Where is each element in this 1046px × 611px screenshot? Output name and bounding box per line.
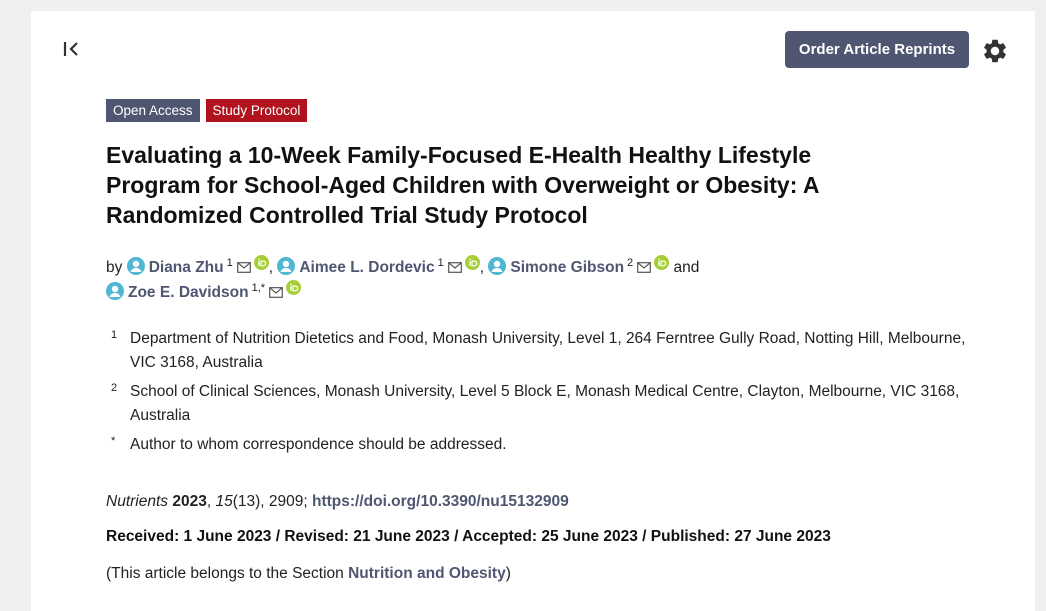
affiliation-sup: 1 [437, 256, 444, 269]
journal-name: Nutrients [106, 493, 169, 510]
person-icon [126, 257, 145, 275]
affiliation-sup: 1,* [251, 281, 266, 294]
affiliation-text: Author to whom correspondence should be … [130, 436, 507, 453]
section-suffix: ) [505, 565, 511, 582]
affiliation-number: 1 [111, 329, 118, 341]
gear-icon [984, 39, 1006, 63]
publication-dates: Received: 1 June 2023 / Revised: 21 June… [106, 528, 831, 545]
affiliation-item: 1 Department of Nutrition Dietetics and … [111, 327, 971, 375]
citation-issue-pages: (13), 2909; [232, 493, 312, 510]
and-label: and [673, 259, 700, 276]
citation-volume: 15 [215, 493, 233, 510]
title-line-3: Randomized Controlled Trial Study Protoc… [106, 202, 588, 228]
author-name[interactable]: Diana Zhu [149, 259, 224, 276]
by-label: by [106, 259, 123, 276]
collapse-sidebar-button[interactable] [61, 37, 85, 61]
person-icon [277, 257, 296, 275]
affiliation-sup: 2 [627, 256, 634, 269]
mail-icon[interactable] [269, 287, 283, 298]
title-line-2: Program for School-Aged Children with Ov… [106, 172, 820, 198]
author-name[interactable]: Simone Gibson [510, 259, 624, 276]
article-card: Order Article Reprints Open Access Study… [31, 11, 1035, 611]
article-section: (This article belongs to the Section Nut… [106, 565, 511, 583]
citation-year: 2023 [172, 493, 207, 510]
doi-link[interactable]: https://doi.org/10.3390/nu15132909 [312, 493, 569, 510]
affiliation-sup: 1 [226, 256, 233, 269]
affiliation-number: * [111, 435, 116, 447]
person-icon [106, 282, 124, 300]
citation: Nutrients 2023, 15(13), 2909; https://do… [106, 493, 569, 510]
author-zoe-davidson: Zoe E. Davidson 1,* [106, 280, 302, 301]
section-link[interactable]: Nutrition and Obesity [348, 565, 506, 582]
order-reprints-button[interactable]: Order Article Reprints [785, 31, 969, 68]
open-access-badge[interactable]: Open Access [106, 99, 200, 122]
orcid-icon[interactable] [654, 255, 670, 270]
affiliation-item: 2 School of Clinical Sciences, Monash Un… [111, 380, 971, 428]
author-aimee-dordevic: Aimee L. Dordevic 1, [277, 255, 488, 276]
affiliation-number: 2 [111, 382, 118, 394]
orcid-icon[interactable] [464, 255, 480, 270]
author-name[interactable]: Aimee L. Dordevic [299, 259, 434, 276]
settings-button[interactable] [981, 37, 1009, 65]
mail-icon[interactable] [447, 262, 462, 273]
article-badges: Open Access Study Protocol [106, 99, 308, 122]
collapse-left-icon [63, 42, 78, 56]
affiliation-text: Department of Nutrition Dietetics and Fo… [130, 330, 966, 371]
section-prefix: (This article belongs to the Section [106, 565, 349, 582]
author-simone-gibson: Simone Gibson 2 [488, 255, 673, 276]
affiliation-list: 1 Department of Nutrition Dietetics and … [111, 327, 971, 462]
study-protocol-badge[interactable]: Study Protocol [205, 99, 308, 122]
orcid-icon[interactable] [253, 255, 269, 270]
person-icon [488, 257, 507, 275]
title-line-1: Evaluating a 10-Week Family-Focused E-He… [106, 142, 812, 168]
affiliation-item: * Author to whom correspondence should b… [111, 433, 971, 457]
author-diana-zhu: Diana Zhu 1, [126, 255, 278, 276]
mail-icon[interactable] [637, 262, 652, 273]
affiliation-text: School of Clinical Sciences, Monash Univ… [130, 383, 960, 424]
author-name[interactable]: Zoe E. Davidson [128, 284, 249, 301]
author-list: by Diana Zhu 1, Aimee L. Dordevic 1, Simon… [106, 255, 806, 305]
mail-icon[interactable] [236, 262, 251, 273]
orcid-icon[interactable] [286, 280, 302, 295]
article-title: Evaluating a 10-Week Family-Focused E-He… [106, 140, 906, 230]
